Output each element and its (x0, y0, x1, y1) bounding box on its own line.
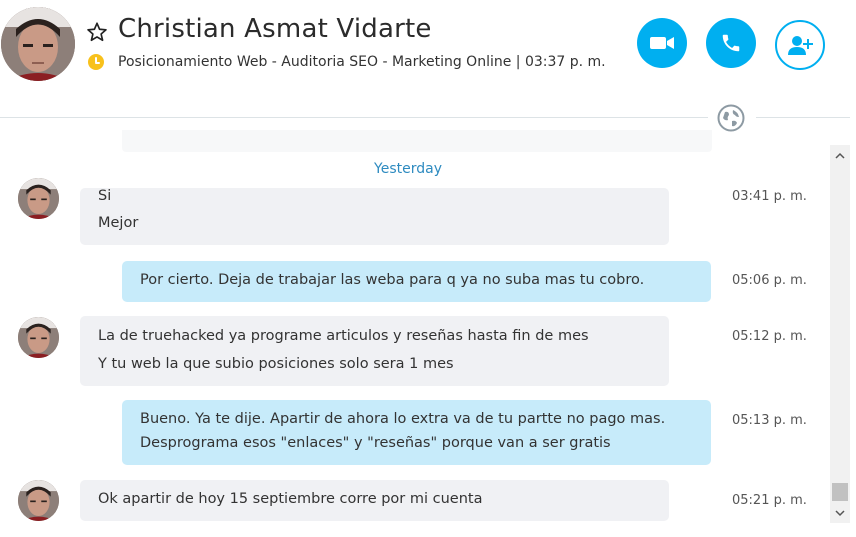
message-bubble-outgoing[interactable]: Por cierto. Deja de trabajar las weba pa… (122, 261, 711, 302)
message-text: La de truehacked ya programe articulos y… (98, 328, 589, 344)
message-timestamp: 05:21 p. m. (732, 493, 807, 508)
message-bubble-outgoing[interactable]: Bueno. Ya te dije. Apartir de ahora lo e… (122, 400, 711, 465)
add-person-icon (788, 36, 813, 55)
message-bubble-incoming[interactable]: La de truehacked ya programe articulos y… (80, 316, 669, 386)
mood-message: Posicionamiento Web - Auditoria SEO - Ma… (118, 54, 606, 70)
contact-name[interactable]: Christian Asmat Vidarte (118, 14, 432, 44)
contact-avatar-small[interactable] (18, 178, 59, 219)
message-text: Por cierto. Deja de trabajar las weba pa… (140, 272, 645, 288)
message-timestamp: 05:06 p. m. (732, 273, 807, 288)
message-timestamp: 05:13 p. m. (732, 413, 807, 428)
message-history[interactable]: Yesterday Si Mejor 03:41 p. m. Por ciert… (0, 130, 830, 537)
message-bubble-incoming[interactable]: Ok apartir de hoy 15 septiembre corre po… (80, 480, 669, 521)
message-bubble-incoming[interactable]: Si Mejor (80, 188, 669, 245)
contact-avatar-small[interactable] (18, 480, 59, 521)
scroll-up-arrow-icon[interactable] (830, 145, 850, 165)
phone-icon (722, 34, 740, 52)
message-text: Desprograma esos "enlaces" y "reseñas" p… (140, 435, 611, 451)
globe-icon[interactable] (717, 104, 745, 132)
favorite-star-icon[interactable] (86, 21, 108, 43)
contact-avatar[interactable] (1, 7, 75, 81)
message-text: Bueno. Ya te dije. Apartir de ahora lo e… (140, 411, 666, 427)
video-call-button[interactable] (637, 18, 687, 68)
window-edge (850, 0, 856, 537)
contact-avatar-small[interactable] (18, 317, 59, 358)
add-people-button[interactable] (775, 20, 825, 70)
audio-call-button[interactable] (706, 18, 756, 68)
header-divider (0, 117, 708, 118)
video-camera-icon (650, 37, 674, 49)
scroll-down-arrow-icon[interactable] (830, 503, 850, 523)
message-text: Si (98, 188, 112, 204)
scrollbar-thumb[interactable] (832, 483, 848, 501)
message-text: Y tu web la que subio posiciones solo se… (98, 356, 454, 372)
away-clock-icon (88, 54, 104, 70)
header-divider-right (756, 117, 856, 118)
day-separator: Yesterday (374, 161, 442, 177)
message-timestamp: 05:12 p. m. (732, 329, 807, 344)
previous-message-partial (122, 130, 712, 152)
message-text: Mejor (98, 215, 139, 231)
message-text: Ok apartir de hoy 15 septiembre corre po… (98, 491, 483, 507)
message-timestamp: 03:41 p. m. (732, 189, 807, 204)
conversation-header: Christian Asmat Vidarte Posicionamiento … (0, 0, 856, 118)
chat-scrollbar[interactable] (830, 145, 850, 523)
